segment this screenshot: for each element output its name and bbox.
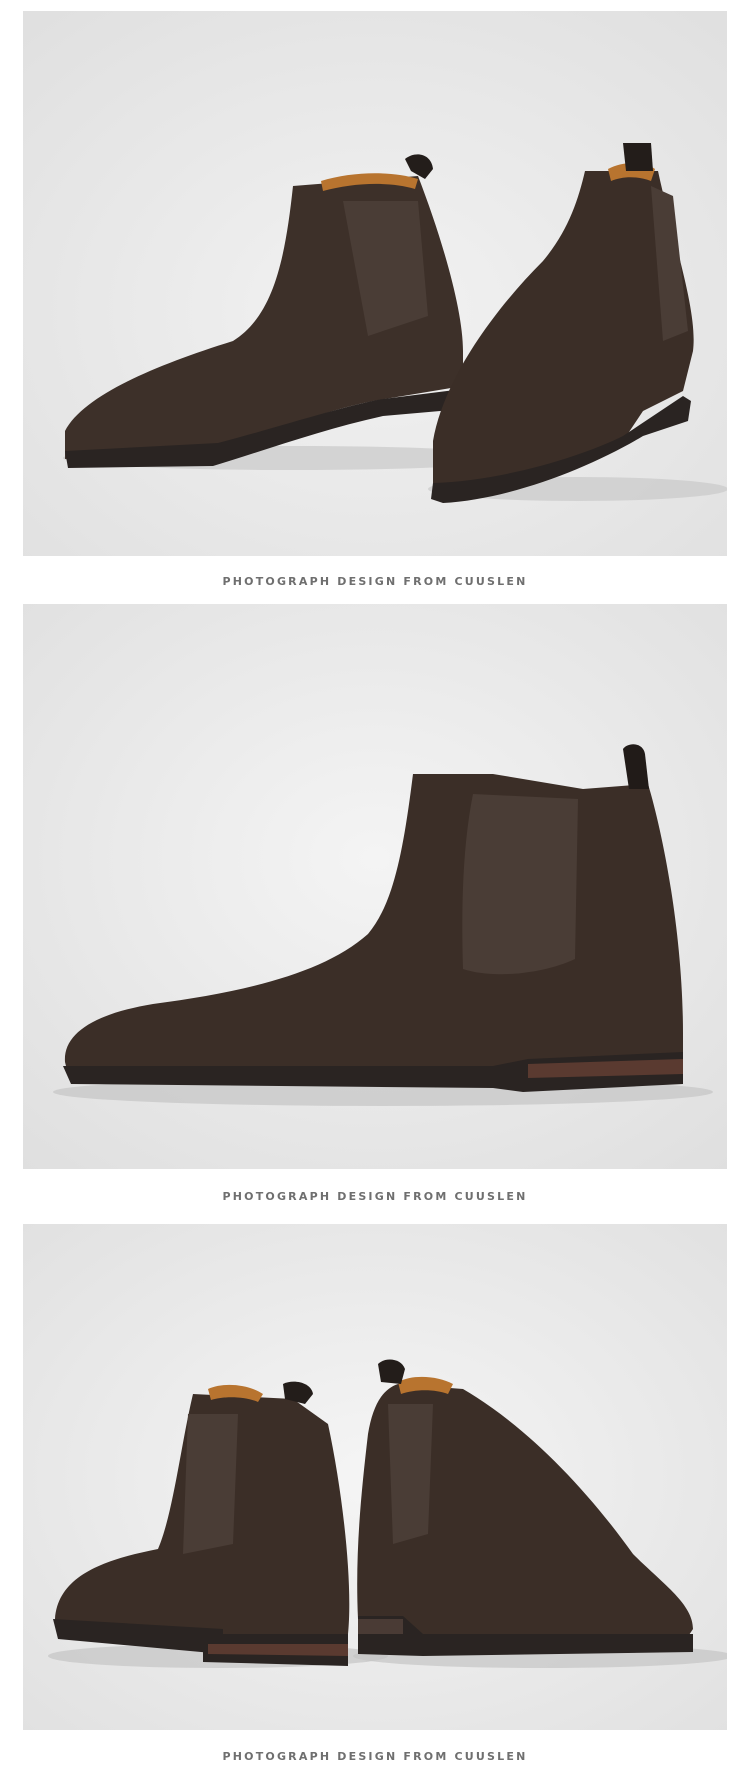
photo-caption: PHOTOGRAPH DESIGN FROM CUUSLEN — [222, 1190, 528, 1203]
boot-pair-rear-illustration — [23, 1224, 727, 1730]
photo-caption: PHOTOGRAPH DESIGN FROM CUUSLEN — [222, 1750, 528, 1763]
boot-side-profile-illustration — [23, 604, 727, 1169]
boot-side-profile-photo — [23, 604, 727, 1169]
boot-pair-rear-photo — [23, 1224, 727, 1730]
boot-pair-front-illustration — [23, 11, 727, 556]
product-photo-page: PHOTOGRAPH DESIGN FROM CUUSLEN PHOTOGRAP… — [0, 0, 750, 1773]
photo-caption: PHOTOGRAPH DESIGN FROM CUUSLEN — [222, 575, 528, 588]
boot-pair-front-photo — [23, 11, 727, 556]
